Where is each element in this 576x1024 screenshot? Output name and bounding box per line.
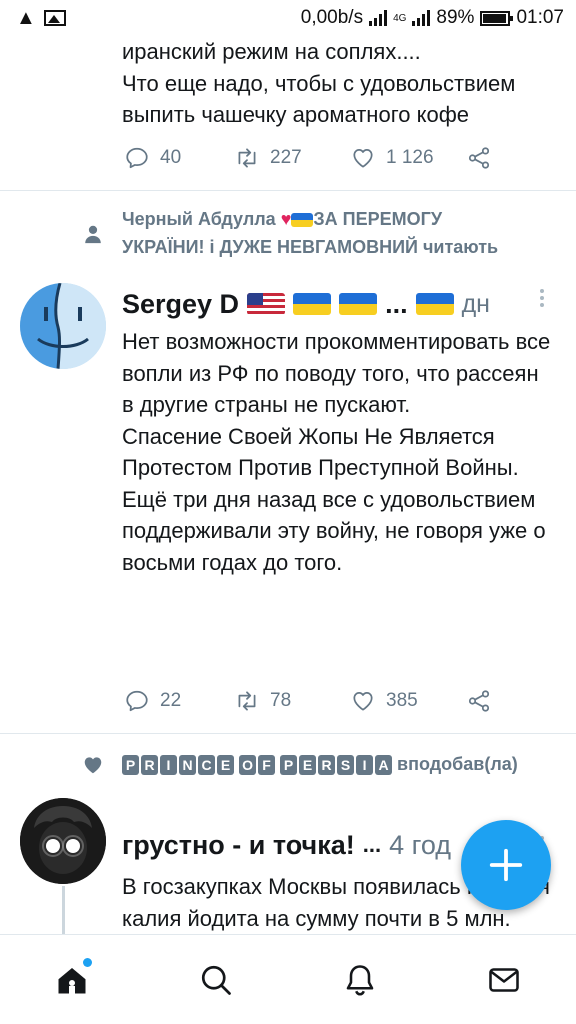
finder-face-avatar (20, 283, 106, 369)
tweet[interactable]: Черный Абдулла ♥ ЗА ПЕРЕМОГУ УКРАЇНИ! і Д… (0, 191, 576, 731)
social-context[interactable]: PRINCE OF PERSIA вподобав(ла) (122, 750, 572, 778)
name-ellipsis: ... (362, 832, 382, 857)
like-count: 1 126 (386, 147, 434, 168)
avatar[interactable] (20, 283, 106, 369)
reply-count: 22 (160, 690, 182, 711)
tweet-time: 4 год (389, 829, 452, 860)
social-context[interactable]: Черный Абдулла ♥ ЗА ПЕРЕМОГУ УКРАЇНИ! і Д… (122, 205, 562, 261)
person-icon (85, 225, 101, 244)
battery-icon (480, 10, 514, 26)
new-content-dot (83, 957, 92, 967)
compose-plus-icon (489, 848, 523, 882)
share-button[interactable] (466, 145, 492, 171)
thread-line (62, 886, 65, 934)
nav-messages[interactable] (474, 950, 534, 1010)
more-options-button[interactable] (532, 283, 552, 313)
heart-emoji: ♥ (280, 209, 292, 229)
ukraine-flag-emoji (415, 293, 454, 315)
like-count: 385 (386, 690, 418, 711)
network-speed: 0,00b/s (300, 7, 364, 28)
us-flag-emoji (247, 293, 286, 315)
tweet-header[interactable]: Sergey D ... дн (122, 284, 490, 324)
signal-icon (369, 10, 388, 26)
ukraine-flag-emoji (291, 213, 314, 228)
messages-icon (489, 967, 519, 992)
tweet-time: дн (461, 289, 490, 318)
reply-button[interactable]: 22 (124, 688, 234, 714)
nav-notifications[interactable] (330, 950, 390, 1010)
share-icon (468, 147, 490, 169)
context-text-2: УКРАЇНИ! і ДУЖЕ НЕВГАМОВНИЙ читають (122, 237, 499, 257)
warning-icon: ▲ (16, 6, 36, 29)
retweet-button[interactable]: 78 (234, 688, 350, 714)
retweet-count: 227 (270, 147, 302, 168)
reply-count: 40 (160, 147, 182, 168)
heart-icon (353, 149, 373, 168)
context-text: ЗА ПЕРЕМОГУ (313, 209, 443, 229)
context-user-name: PRINCE (122, 755, 234, 776)
heart-icon (353, 692, 373, 711)
share-icon (468, 690, 490, 712)
tweet-text: Нет возможности прокомментировать все во… (122, 329, 551, 575)
ukraine-flag-emoji (293, 293, 332, 315)
home-icon (58, 967, 86, 993)
search-icon (201, 965, 231, 995)
heart-filled-icon (84, 757, 102, 774)
timeline[interactable]: иранский режим на соплях.... Что еще над… (0, 36, 576, 934)
tweet-actions: 22 78 385 (124, 686, 492, 716)
retweet-icon (238, 691, 256, 711)
bottom-navigation (0, 934, 576, 1024)
clock: 01:07 (516, 7, 564, 28)
avatar[interactable] (20, 798, 106, 884)
display-name: грустно - и точка! (122, 829, 355, 860)
retweet-icon (238, 148, 256, 168)
like-button[interactable]: 385 (350, 688, 466, 714)
tweet-text: иранский режим на соплях.... Что еще над… (122, 39, 516, 127)
network-type: 4G (393, 12, 407, 24)
nav-search[interactable] (186, 950, 246, 1010)
image-notification-icon (43, 10, 66, 26)
tweet-actions: 40 227 1 126 (124, 143, 492, 173)
context-action: вподобав(ла) (397, 754, 518, 774)
dark-character-avatar (20, 798, 106, 884)
tweet-header[interactable]: грустно - и точка! ... 4 год (122, 825, 451, 865)
name-ellipsis: ... (385, 288, 408, 319)
reply-button[interactable]: 40 (124, 145, 234, 171)
notifications-icon (346, 964, 374, 996)
retweet-count: 78 (270, 690, 292, 711)
compose-tweet-button[interactable] (461, 820, 551, 910)
like-button[interactable]: 1 126 (350, 145, 466, 171)
context-user: Черный Абдулла (122, 209, 276, 229)
signal-icon-2 (412, 10, 431, 26)
ukraine-flag-emoji (339, 293, 378, 315)
display-name: Sergey D (122, 288, 240, 319)
share-button[interactable] (466, 688, 492, 714)
status-bar: ▲ 0,00b/s 4G 89% 01:07 (0, 0, 576, 36)
reply-icon (126, 690, 148, 712)
reply-icon (126, 147, 148, 169)
nav-home[interactable] (42, 950, 102, 1010)
tweet[interactable]: иранский режим на соплях.... Что еще над… (0, 36, 576, 191)
battery-percent: 89% (436, 7, 475, 28)
retweet-button[interactable]: 227 (234, 145, 350, 171)
